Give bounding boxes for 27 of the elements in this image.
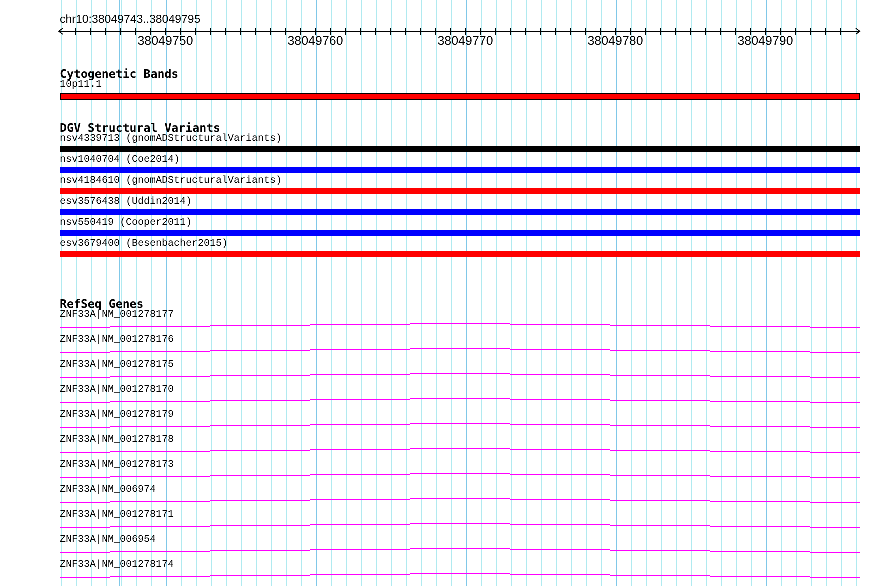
track-title: Cytogenetic Bands bbox=[60, 68, 179, 80]
feature-label: ZNF33A|NM_006974 bbox=[60, 485, 156, 497]
feature-label: ZNF33A|NM_001278174 bbox=[60, 560, 174, 572]
feature-label: ZNF33A|NM_001278175 bbox=[60, 360, 174, 372]
track-title: DGV Structural Variants bbox=[60, 122, 221, 134]
tick-label: 38049750 bbox=[138, 34, 194, 48]
tick-label: 38049760 bbox=[288, 34, 344, 48]
tick-label: 38049790 bbox=[738, 34, 794, 48]
feature-label: ZNF33A|NM_001278178 bbox=[60, 435, 174, 447]
feature-label: ZNF33A|NM_001278177 bbox=[60, 310, 174, 322]
feature-label: ZNF33A|NM_001278176 bbox=[60, 335, 174, 347]
track-title: RefSeq Genes bbox=[60, 298, 144, 310]
feature-label: ZNF33A|NM_006954 bbox=[60, 535, 156, 547]
feature-label: ZNF33A|NM_001278173 bbox=[60, 460, 174, 472]
feature-label: nsv550419 (Cooper2011) bbox=[60, 218, 192, 230]
feature-label: esv3576438 (Uddin2014) bbox=[60, 197, 192, 209]
tick-label: 38049770 bbox=[438, 34, 494, 48]
feature-label: ZNF33A|NM_001278179 bbox=[60, 410, 174, 422]
tick-label: 38049780 bbox=[588, 34, 644, 48]
location-label: chr10:38049743..38049795 bbox=[60, 14, 201, 26]
feature-label: ZNF33A|NM_001278170 bbox=[60, 385, 174, 397]
feature-label: nsv1040704 (Coe2014) bbox=[60, 155, 180, 167]
feature-label: nsv4339713 (gnomADStructuralVariants) bbox=[60, 134, 282, 146]
feature-label: nsv4184610 (gnomADStructuralVariants) bbox=[60, 176, 282, 188]
feature-label: 10p11.1 bbox=[60, 80, 102, 92]
feature-label: esv3679400 (Besenbacher2015) bbox=[60, 239, 228, 251]
feature-label: ZNF33A|NM_001278171 bbox=[60, 510, 174, 522]
